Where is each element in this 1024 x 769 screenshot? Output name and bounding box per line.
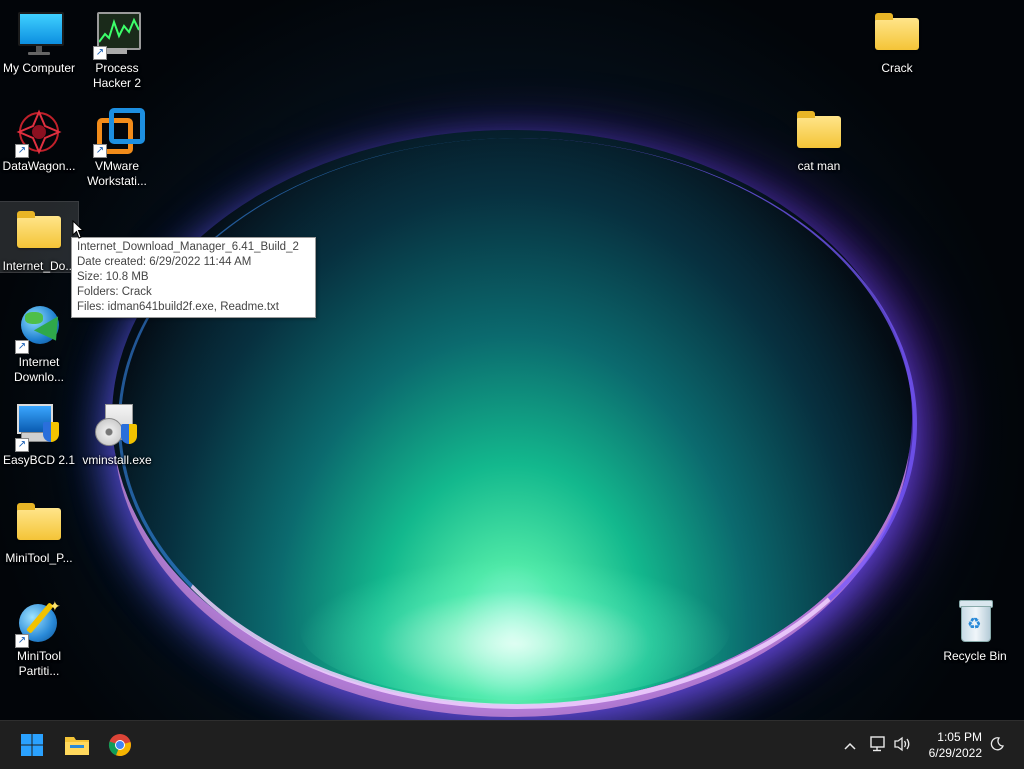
desktop-icon-label: MiniTool_P... <box>5 551 73 565</box>
folder-icon <box>795 108 843 156</box>
file-info-tooltip: Internet_Download_Manager_6.41_Build_2 D… <box>71 237 316 318</box>
chevron-up-icon <box>844 737 856 753</box>
minitool-icon: ✦ ↗ <box>15 598 63 648</box>
tooltip-files: Files: idman641build2f.exe, Readme.txt <box>77 301 279 313</box>
folder-icon <box>873 10 921 58</box>
file-explorer-button[interactable] <box>57 727 97 763</box>
idm-globe-icon: ↗ <box>15 304 69 354</box>
desktop-icon-my-computer[interactable]: My Computer <box>0 4 78 82</box>
desktop-icon-internet-download-manager[interactable]: ↗ Internet Downlo... <box>0 298 78 386</box>
vmware-icon: ↗ <box>93 108 145 158</box>
shortcut-arrow-icon: ↗ <box>93 144 107 158</box>
clock-date: 6/29/2022 <box>928 746 982 760</box>
installer-cd-icon <box>93 402 141 450</box>
desktop-icon-label: cat man <box>797 159 841 173</box>
desktop-icon-label: Crack <box>881 61 913 75</box>
shortcut-arrow-icon: ↗ <box>15 340 29 354</box>
show-hidden-icons-button[interactable] <box>838 721 862 769</box>
desktop-icon-cat-man[interactable]: cat man <box>780 102 858 174</box>
desktop-icon-internet-download-folder[interactable]: Internet_Do... <box>0 201 79 273</box>
desktop-icon-process-hacker[interactable]: ↗ Process Hacker 2 <box>78 4 156 92</box>
folder-icon <box>15 500 63 548</box>
desktop-icon-crack[interactable]: Crack <box>858 4 936 76</box>
tooltip-name: Internet_Download_Manager_6.41_Build_2 <box>77 241 299 253</box>
desktop-icon-easybcd[interactable]: ↗ EasyBCD 2.1 <box>0 396 78 468</box>
process-hacker-icon: ↗ <box>93 10 141 60</box>
shortcut-arrow-icon: ↗ <box>15 634 29 648</box>
desktop-icon-label: DataWagon... <box>2 159 76 173</box>
shortcut-arrow-icon: ↗ <box>93 46 107 60</box>
desktop-icon-label: Process Hacker 2 <box>92 61 142 90</box>
easybcd-icon: ↗ <box>15 402 63 452</box>
shortcut-arrow-icon: ↗ <box>15 438 29 452</box>
tooltip-size: Size: 10.8 MB <box>77 271 149 283</box>
windows-logo-icon <box>21 734 43 756</box>
desktop-icon-vmware[interactable]: ↗ VMware Workstati... <box>78 102 156 190</box>
folder-icon <box>15 208 63 256</box>
chrome-button[interactable] <box>100 727 140 763</box>
taskbar-clock[interactable]: 1:05 PM 6/29/2022 <box>929 729 982 761</box>
desktop-icon-label: VMware Workstati... <box>87 159 147 188</box>
moon-icon <box>990 736 1004 754</box>
network-button[interactable] <box>866 721 890 769</box>
datawagon-icon: ↗ <box>15 108 63 158</box>
recycle-bin-icon: ♻ <box>951 598 999 646</box>
desktop-icon-label: vminstall.exe <box>82 453 152 467</box>
desktop-icon-recycle-bin[interactable]: ♻ Recycle Bin <box>936 592 1014 664</box>
desktop-icon-vminstall[interactable]: vminstall.exe <box>78 396 156 468</box>
desktop-icon-minitool-folder[interactable]: MiniTool_P... <box>0 494 78 566</box>
file-explorer-icon <box>65 737 89 755</box>
wallpaper-bloom-glow <box>300 560 730 700</box>
clock-time: 1:05 PM <box>937 730 982 744</box>
desktop-icon-label: Internet Downlo... <box>13 355 65 384</box>
focus-assist-button[interactable] <box>986 721 1008 769</box>
desktop-icon-minitool-partition[interactable]: ✦ ↗ MiniTool Partiti... <box>0 592 78 680</box>
desktop-icon-label: Internet_Do... <box>2 259 76 273</box>
volume-button[interactable] <box>890 721 914 769</box>
monitor-icon <box>15 10 64 58</box>
start-button[interactable] <box>12 727 52 763</box>
desktop-icon-label: My Computer <box>2 61 76 75</box>
desktop-icon-label: EasyBCD 2.1 <box>2 453 76 467</box>
speaker-icon <box>893 736 911 755</box>
network-icon <box>869 735 887 755</box>
tooltip-date-created: Date created: 6/29/2022 11:44 AM <box>77 256 252 268</box>
shortcut-arrow-icon: ↗ <box>15 144 29 158</box>
desktop-icon-label: MiniTool Partiti... <box>16 649 61 678</box>
taskbar: 1:05 PM 6/29/2022 <box>0 720 1024 769</box>
tooltip-folders: Folders: Crack <box>77 286 152 298</box>
desktop-icon-datawagon[interactable]: ↗ DataWagon... <box>0 102 78 180</box>
chrome-icon <box>108 734 131 757</box>
desktop-icon-label: Recycle Bin <box>943 649 1007 663</box>
